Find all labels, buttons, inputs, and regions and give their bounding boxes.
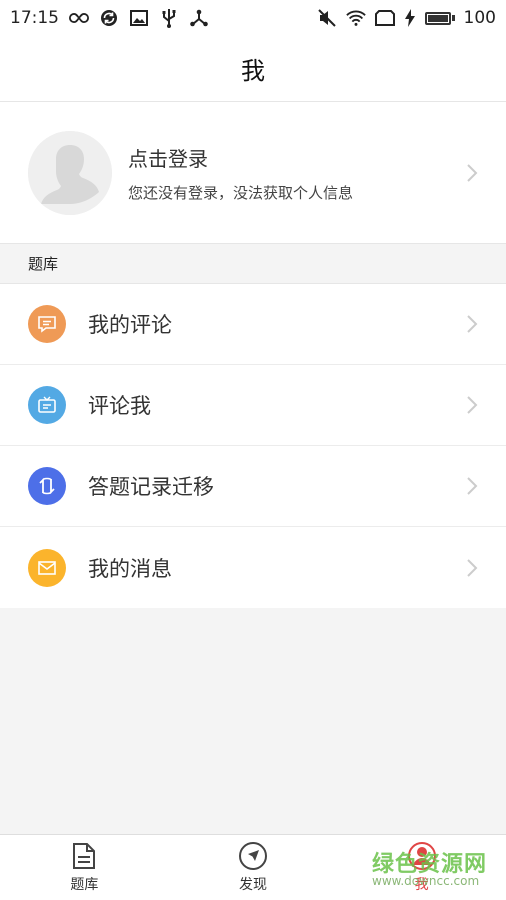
tab-label: 我 — [414, 877, 429, 893]
menu-list: 我的评论 评论我 答题记录迁移 我的消息 — [0, 284, 506, 608]
tab-discover[interactable]: 发现 — [169, 835, 338, 900]
tab-label: 发现 — [239, 877, 267, 893]
menu-item-record-transfer[interactable]: 答题记录迁移 — [0, 446, 506, 527]
login-title[interactable]: 点击登录 — [128, 143, 353, 172]
menu-item-label: 答题记录迁移 — [88, 475, 214, 499]
chevron-right-icon — [467, 396, 478, 414]
login-card[interactable]: 点击登录 您还没有登录，没法获取个人信息 — [0, 102, 506, 244]
wifi-icon — [345, 8, 366, 28]
chevron-right-icon — [467, 558, 478, 577]
image-icon — [129, 8, 149, 28]
menu-item-label: 评论我 — [88, 394, 151, 418]
tab-question-bank[interactable]: 题库 — [0, 835, 169, 900]
menu-item-comments-on-me[interactable]: 评论我 — [0, 365, 506, 446]
screen-rotate-icon — [374, 8, 395, 28]
status-time: 17:15 — [10, 8, 59, 28]
infinity-icon — [69, 8, 89, 28]
tab-me[interactable]: 我 — [337, 835, 506, 900]
page-header: 我 — [0, 36, 506, 102]
login-subtitle: 您还没有登录，没法获取个人信息 — [128, 183, 354, 202]
mute-icon — [317, 8, 337, 28]
chevron-right-icon — [467, 315, 478, 333]
mail-icon — [28, 548, 66, 587]
battery-percent: 100 — [463, 8, 496, 28]
usb-icon — [159, 8, 179, 28]
avatar-placeholder-icon — [28, 130, 112, 215]
menu-item-label: 我的消息 — [88, 556, 172, 581]
person-icon — [407, 841, 437, 871]
menu-item-my-messages[interactable]: 我的消息 — [0, 527, 506, 608]
document-icon — [69, 841, 99, 871]
share-nodes-icon — [189, 8, 209, 28]
chevron-right-icon — [467, 477, 478, 495]
charging-icon — [404, 8, 416, 28]
transfer-icon — [28, 467, 66, 505]
sync-icon — [99, 8, 119, 28]
page-title: 我 — [241, 57, 265, 85]
chevron-right-icon — [467, 163, 478, 182]
tv-icon — [28, 386, 66, 424]
menu-item-label: 我的评论 — [88, 313, 172, 337]
compass-icon — [238, 841, 268, 871]
section-header: 题库 — [0, 244, 506, 284]
battery-icon — [424, 11, 455, 25]
status-bar: 17:15 100 — [0, 0, 506, 36]
menu-item-my-comments[interactable]: 我的评论 — [0, 284, 506, 365]
bottom-nav: 题库 发现 我 — [0, 834, 506, 900]
tab-label: 题库 — [70, 877, 99, 893]
comment-icon — [28, 305, 66, 343]
